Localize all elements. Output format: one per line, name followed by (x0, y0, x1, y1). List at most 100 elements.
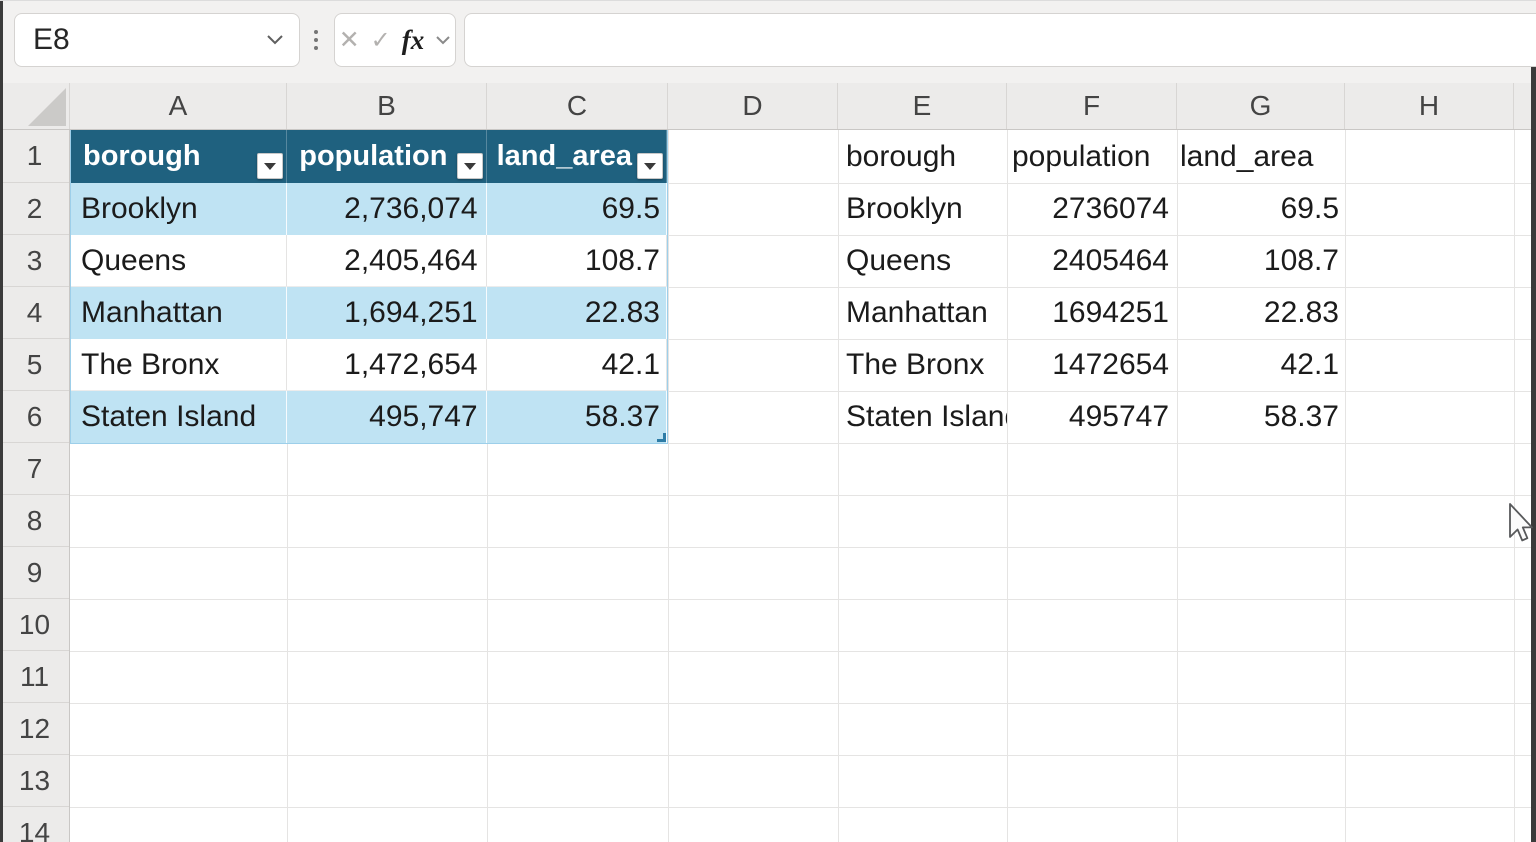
table-header-population[interactable]: population (287, 130, 486, 183)
cell-A6[interactable]: Staten Island (71, 391, 287, 443)
table-header-land-area[interactable]: land_area (487, 130, 667, 183)
cell-E6[interactable]: Staten Island (838, 391, 1007, 443)
cell-C2[interactable]: 69.5 (487, 183, 667, 235)
formula-actions: ✕ ✓ fx (334, 13, 456, 67)
cell-E3[interactable]: Queens (838, 235, 1007, 287)
table-row: Queens 2405464 108.7 (838, 235, 1345, 287)
row-header-5[interactable]: 5 (0, 339, 69, 391)
window-left-edge (0, 1, 3, 842)
cell-B5[interactable]: 1,472,654 (287, 339, 486, 390)
gridline (1514, 130, 1515, 842)
cell-G3[interactable]: 108.7 (1177, 235, 1345, 287)
row-header-6[interactable]: 6 (0, 391, 69, 443)
gridline (70, 807, 1536, 808)
row-header-8[interactable]: 8 (0, 495, 69, 547)
gridline (668, 130, 669, 842)
filter-button[interactable] (637, 153, 663, 179)
table-row: The Bronx 1,472,654 42.1 (71, 339, 667, 391)
cell-F5[interactable]: 1472654 (1007, 339, 1177, 391)
row-header-4[interactable]: 4 (0, 287, 69, 339)
table-row: Manhattan 1694251 22.83 (838, 287, 1345, 339)
gridline (70, 755, 1536, 756)
table-resize-handle[interactable] (657, 433, 666, 442)
cell-E2[interactable]: Brooklyn (838, 183, 1007, 235)
row-header-13[interactable]: 13 (0, 755, 69, 807)
cell-C5[interactable]: 42.1 (487, 339, 667, 390)
filter-button[interactable] (457, 153, 483, 179)
accept-icon[interactable]: ✓ (371, 26, 391, 55)
cell-B2[interactable]: 2,736,074 (287, 183, 486, 235)
plain-header-row: borough population land_area (838, 130, 1345, 183)
row-header-1[interactable]: 1 (0, 130, 69, 183)
header-label: borough (83, 140, 201, 173)
plain-table: borough population land_area Brooklyn 27… (838, 130, 1345, 443)
table-header-row: borough population land_area (71, 130, 667, 183)
cell-B3[interactable]: 2,405,464 (287, 235, 486, 286)
column-header-H[interactable]: H (1345, 83, 1514, 129)
row-header-9[interactable]: 9 (0, 547, 69, 599)
row-header-strip: 1 2 3 4 5 6 7 8 9 10 11 12 13 14 (0, 130, 70, 842)
column-header-A[interactable]: A (70, 83, 287, 129)
row-header-11[interactable]: 11 (0, 651, 69, 703)
formula-bar-row: E8 ✕ ✓ fx (0, 1, 1536, 83)
gridline (70, 651, 1536, 652)
column-header-E[interactable]: E (838, 83, 1007, 129)
cell-G5[interactable]: 42.1 (1177, 339, 1345, 391)
cell-E4[interactable]: Manhattan (838, 287, 1007, 339)
row-header-2[interactable]: 2 (0, 183, 69, 235)
cell-F2[interactable]: 2736074 (1007, 183, 1177, 235)
cancel-icon[interactable]: ✕ (339, 25, 360, 55)
table-header-borough[interactable]: borough (71, 130, 287, 183)
name-box[interactable]: E8 (14, 13, 300, 67)
cell-C4[interactable]: 22.83 (487, 287, 667, 339)
cell-C6[interactable]: 58.37 (487, 391, 667, 443)
cell-B4[interactable]: 1,694,251 (287, 287, 486, 339)
cell-G1[interactable]: land_area (1177, 130, 1345, 183)
row-header-7[interactable]: 7 (0, 443, 69, 495)
cell-F3[interactable]: 2405464 (1007, 235, 1177, 287)
column-header-D[interactable]: D (668, 83, 838, 129)
cell-A3[interactable]: Queens (71, 235, 287, 286)
header-label: population (299, 140, 447, 173)
row-header-10[interactable]: 10 (0, 599, 69, 651)
formula-bar-handle-icon[interactable] (308, 13, 324, 67)
mouse-cursor-icon (1500, 501, 1536, 547)
table-row: The Bronx 1472654 42.1 (838, 339, 1345, 391)
cell-F4[interactable]: 1694251 (1007, 287, 1177, 339)
cell-E1[interactable]: borough (838, 130, 1007, 183)
filter-button[interactable] (257, 153, 283, 179)
row-header-14[interactable]: 14 (0, 807, 69, 842)
column-header-F[interactable]: F (1007, 83, 1177, 129)
cell-C3[interactable]: 108.7 (487, 235, 667, 286)
table-row: Queens 2,405,464 108.7 (71, 235, 667, 287)
cell-A2[interactable]: Brooklyn (71, 183, 287, 235)
select-all-triangle-icon (28, 88, 66, 126)
cell-A4[interactable]: Manhattan (71, 287, 287, 339)
cell-G6[interactable]: 58.37 (1177, 391, 1345, 443)
spreadsheet-app: E8 ✕ ✓ fx A B C D E F G H 1 2 3 4 5 6 7 … (0, 0, 1536, 842)
cell-G2[interactable]: 69.5 (1177, 183, 1345, 235)
column-header-B[interactable]: B (287, 83, 487, 129)
cell-E5[interactable]: The Bronx (838, 339, 1007, 391)
window-right-edge (1531, 67, 1536, 842)
column-header-C[interactable]: C (487, 83, 668, 129)
filter-dropdown-icon (464, 163, 476, 170)
insert-function-icon[interactable]: fx (402, 25, 425, 56)
table-row: Manhattan 1,694,251 22.83 (71, 287, 667, 339)
table-row: Staten Island 495,747 58.37 (71, 391, 667, 443)
cell-B6[interactable]: 495,747 (287, 391, 486, 443)
select-all-button[interactable] (0, 83, 70, 129)
table-row: Brooklyn 2,736,074 69.5 (71, 183, 667, 235)
cell-G4[interactable]: 22.83 (1177, 287, 1345, 339)
row-header-3[interactable]: 3 (0, 235, 69, 287)
cell-F1[interactable]: population (1007, 130, 1177, 183)
cell-F6[interactable]: 495747 (1007, 391, 1177, 443)
chevron-down-icon[interactable] (435, 35, 451, 45)
filter-dropdown-icon (644, 163, 656, 170)
cell-A5[interactable]: The Bronx (71, 339, 287, 390)
row-header-12[interactable]: 12 (0, 703, 69, 755)
column-header-strip: A B C D E F G H (0, 83, 1536, 130)
column-header-G[interactable]: G (1177, 83, 1345, 129)
gridline (70, 599, 1536, 600)
formula-bar-input[interactable] (464, 13, 1536, 67)
